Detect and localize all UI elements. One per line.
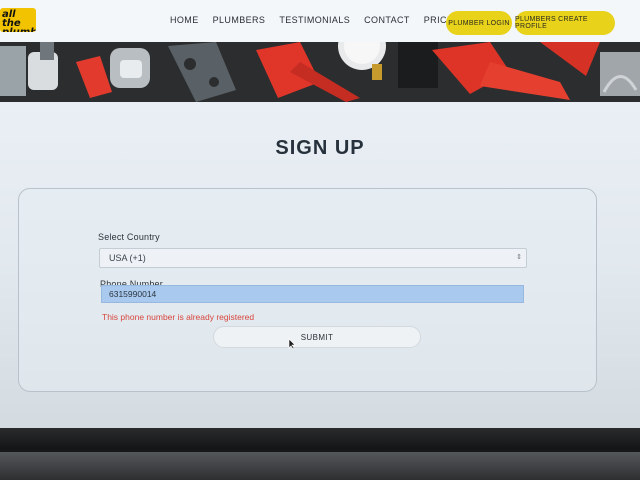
nav-testimonials[interactable]: TESTIMONIALS <box>279 15 350 25</box>
phone-error-message: This phone number is already registered <box>102 312 255 322</box>
hero-tools-banner <box>0 42 640 102</box>
browser-screen: all theplumber HOME PLUMBERS TESTIMONIAL… <box>0 0 640 432</box>
plumber-login-button[interactable]: PLUMBER LOGIN <box>446 11 512 35</box>
nav-home[interactable]: HOME <box>170 15 199 25</box>
phone-number-value: 6315990014 <box>109 289 157 299</box>
site-header: all theplumber HOME PLUMBERS TESTIMONIAL… <box>0 0 640 42</box>
main-nav: HOME PLUMBERS TESTIMONIALS CONTACT PRICI… <box>170 15 464 25</box>
site-logo[interactable]: all theplumber <box>0 8 36 32</box>
country-label: Select Country <box>98 232 160 242</box>
page-title: SIGN UP <box>275 137 365 159</box>
nav-contact[interactable]: CONTACT <box>364 15 410 25</box>
phone-number-input[interactable]: 6315990014 <box>101 285 524 303</box>
plumbing-tools-image <box>0 42 640 102</box>
country-select-value: USA (+1) <box>109 253 146 263</box>
plumbers-create-profile-button[interactable]: PLUMBERS CREATE PROFILE <box>515 11 615 35</box>
monitor-bezel-edge <box>0 452 640 480</box>
chevron-updown-icon: ⇕ <box>516 254 522 261</box>
submit-button[interactable]: SUBMIT <box>213 326 421 348</box>
nav-plumbers[interactable]: PLUMBERS <box>213 15 266 25</box>
country-select[interactable]: USA (+1) ⇕ <box>99 248 527 268</box>
mouse-pointer-icon <box>288 338 296 350</box>
